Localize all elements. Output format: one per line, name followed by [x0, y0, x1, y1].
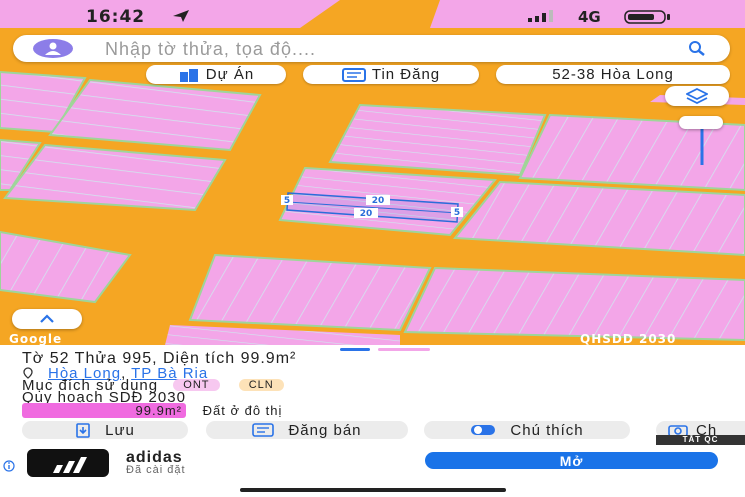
- chip-location-label: 52-38 Hòa Long: [552, 66, 674, 83]
- planning-area-bar: 99.9m²: [22, 403, 186, 418]
- search-icon[interactable]: [688, 40, 706, 58]
- home-indicator[interactable]: [240, 488, 506, 492]
- open-app-button[interactable]: Mở: [425, 452, 718, 469]
- parcel-dim-top: 20: [372, 196, 385, 206]
- status-time: 16:42: [86, 7, 146, 27]
- building-icon: [179, 68, 198, 82]
- chip-tin-dang[interactable]: Tin Đăng: [303, 65, 479, 84]
- planning-type: Đất ở đô thị: [202, 403, 283, 418]
- layers-button[interactable]: [665, 86, 729, 106]
- chevron-up-icon: [40, 314, 54, 323]
- adidas-logo: [27, 449, 109, 477]
- signal-icon: [528, 10, 553, 22]
- avatar-icon[interactable]: [33, 39, 73, 58]
- status-bar: 16:42 4G: [0, 6, 745, 28]
- chip-tin-dang-label: Tin Đăng: [371, 66, 441, 83]
- google-logo: Google: [9, 332, 63, 346]
- save-icon: [76, 422, 90, 438]
- planning-row: 99.9m² Đất ở đô thị: [22, 403, 282, 418]
- adidas-stripes-icon: [53, 457, 87, 473]
- ad-app-status: Đã cài đặt: [126, 464, 186, 476]
- parcel-dim-right: 5: [454, 208, 460, 218]
- sheet-handle[interactable]: [340, 348, 370, 351]
- layer-name-label: QHSDD 2030: [580, 332, 677, 346]
- chip-du-an[interactable]: Dự Án: [146, 65, 286, 84]
- location-arrow-icon: [173, 10, 189, 22]
- network-type: 4G: [578, 8, 601, 26]
- parcel-dim-bottom: 20: [360, 209, 373, 219]
- save-button[interactable]: Lưu: [22, 421, 188, 439]
- search-input[interactable]: [103, 37, 667, 61]
- chip-du-an-label: Dự Án: [205, 66, 255, 83]
- search-bar[interactable]: [13, 35, 730, 62]
- expand-button[interactable]: [12, 309, 82, 329]
- legend-button[interactable]: Chú thích: [424, 421, 630, 439]
- battery-icon: [624, 10, 670, 24]
- listing-icon: [252, 423, 275, 437]
- listing-icon: [341, 67, 366, 82]
- toggle-icon: [471, 425, 496, 435]
- post-sale-label: Đăng bán: [288, 421, 362, 439]
- tag-cln: CLN: [238, 379, 284, 391]
- sheet-handle-pink: [378, 348, 430, 351]
- post-sale-button[interactable]: Đăng bán: [206, 421, 408, 439]
- zoom-slider-handle[interactable]: [679, 116, 723, 129]
- layers-icon: [686, 88, 708, 104]
- info-icon[interactable]: [3, 460, 15, 476]
- hide-ads-badge[interactable]: TẮT QC: [656, 435, 745, 445]
- save-label: Lưu: [105, 421, 135, 439]
- chip-location[interactable]: 52-38 Hòa Long: [496, 65, 730, 84]
- legend-label: Chú thích: [510, 421, 584, 439]
- parcel-dim-left: 5: [284, 196, 290, 206]
